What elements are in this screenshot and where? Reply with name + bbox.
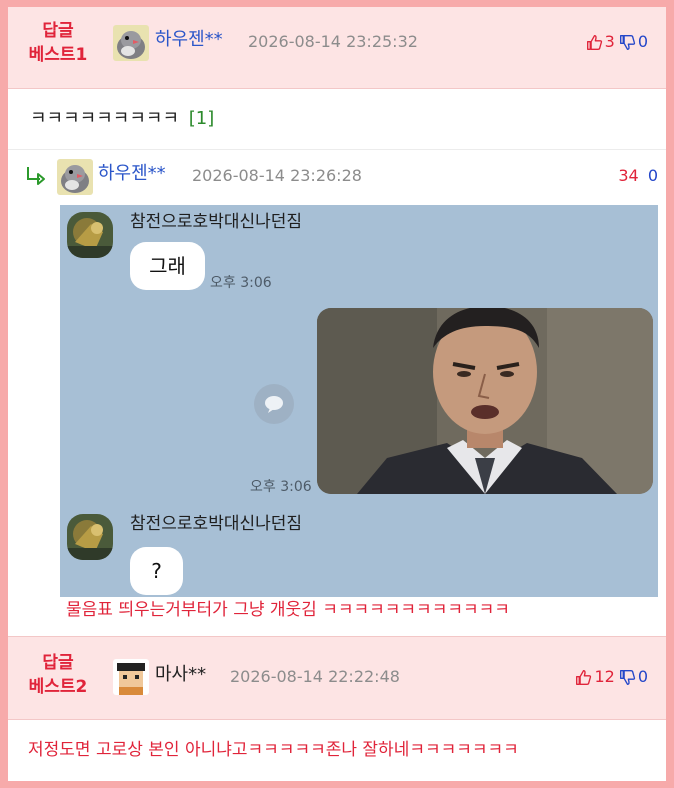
divider (8, 149, 666, 150)
comment-date: 2026-08-14 23:25:32 (248, 32, 418, 51)
reply-date: 2026-08-14 23:26:28 (192, 166, 362, 185)
avatar[interactable] (113, 25, 149, 61)
comment-text: ㅋㅋㅋㅋㅋㅋㅋㅋㅋ [1] (30, 107, 214, 131)
comment-text-content: ㅋㅋㅋㅋㅋㅋㅋㅋㅋ (30, 108, 180, 129)
chat-sender-name: 참전으로호박대신나던짐 (130, 212, 303, 232)
upvote-count: 3 (604, 32, 615, 51)
vote-area: 3 0 (586, 32, 648, 52)
downvote-button[interactable]: 0 (619, 32, 648, 52)
comment-text: 저정도면 고로상 본인 아니냐고ㅋㅋㅋㅋㅋ존나 잘하네ㅋㅋㅋㅋㅋㅋㅋ (28, 740, 519, 760)
reply-text: 물음표 띄우는거부터가 그냥 개웃김 ㅋㅋㅋㅋㅋㅋㅋㅋㅋㅋㅋㅋ (66, 600, 510, 620)
reply-count-link[interactable]: [1] (189, 108, 215, 129)
best-badge-line2: 베스트2 (28, 677, 88, 697)
reply-avatar[interactable] (57, 159, 93, 195)
reply-votes: 34 0 (618, 166, 658, 186)
downvote-button[interactable]: 0 (619, 667, 648, 687)
nickname[interactable]: 하우젠** (155, 29, 223, 51)
reply-downvote-count[interactable]: 0 (648, 166, 658, 185)
best-badge-line1: 답글 (42, 653, 74, 673)
thumbs-up-icon (586, 34, 602, 50)
chat-time: 오후 3:06 (250, 479, 312, 495)
reply-upvote-count[interactable]: 34 (618, 166, 638, 185)
upvote-button[interactable]: 12 (575, 667, 615, 687)
chat-avatar (67, 514, 113, 560)
best-badge-2: 답글 베스트2 (16, 651, 100, 699)
downvote-count: 0 (637, 32, 648, 51)
best-badge-line2: 베스트1 (28, 45, 88, 65)
chat-bubble: 그래 (130, 242, 205, 290)
share-icon (254, 384, 294, 424)
best-comment-2-header: 답글 베스트2 마사** 2026-08-14 22:22:48 12 0 (8, 636, 666, 720)
best-badge-1: 답글 베스트1 (16, 19, 100, 67)
nickname[interactable]: 마사** (155, 664, 206, 686)
best-badge-line1: 답글 (42, 21, 74, 41)
chat-time: 오후 3:06 (210, 275, 272, 291)
vote-area: 12 0 (575, 667, 648, 687)
best-comment-1-header: 답글 베스트1 하우젠** 2026-08-14 23:25:32 3 0 (8, 7, 666, 89)
chat-avatar (67, 212, 113, 258)
thumbs-down-icon (619, 669, 635, 685)
comment-section: 답글 베스트1 하우젠** 2026-08-14 23:25:32 3 0 ㅋㅋ… (8, 7, 666, 781)
thumbs-up-icon (576, 669, 592, 685)
thumbs-down-icon (619, 34, 635, 50)
reply-image[interactable]: 참전으로호박대신나던짐 그래 오후 3:06 오후 3:06 참전으로호박대신나… (60, 205, 658, 597)
chat-sender-name: 참전으로호박대신나던짐 (130, 514, 303, 534)
avatar[interactable] (113, 659, 149, 695)
chat-bubble: ? (130, 547, 183, 595)
downvote-count: 0 (637, 667, 648, 686)
comment-date: 2026-08-14 22:22:48 (230, 667, 400, 686)
upvote-button[interactable]: 3 (586, 32, 615, 52)
upvote-count: 12 (594, 667, 615, 686)
reply-arrow-icon (24, 165, 48, 187)
reply-nickname[interactable]: 하우젠** (98, 163, 166, 185)
chat-photo (317, 308, 653, 494)
